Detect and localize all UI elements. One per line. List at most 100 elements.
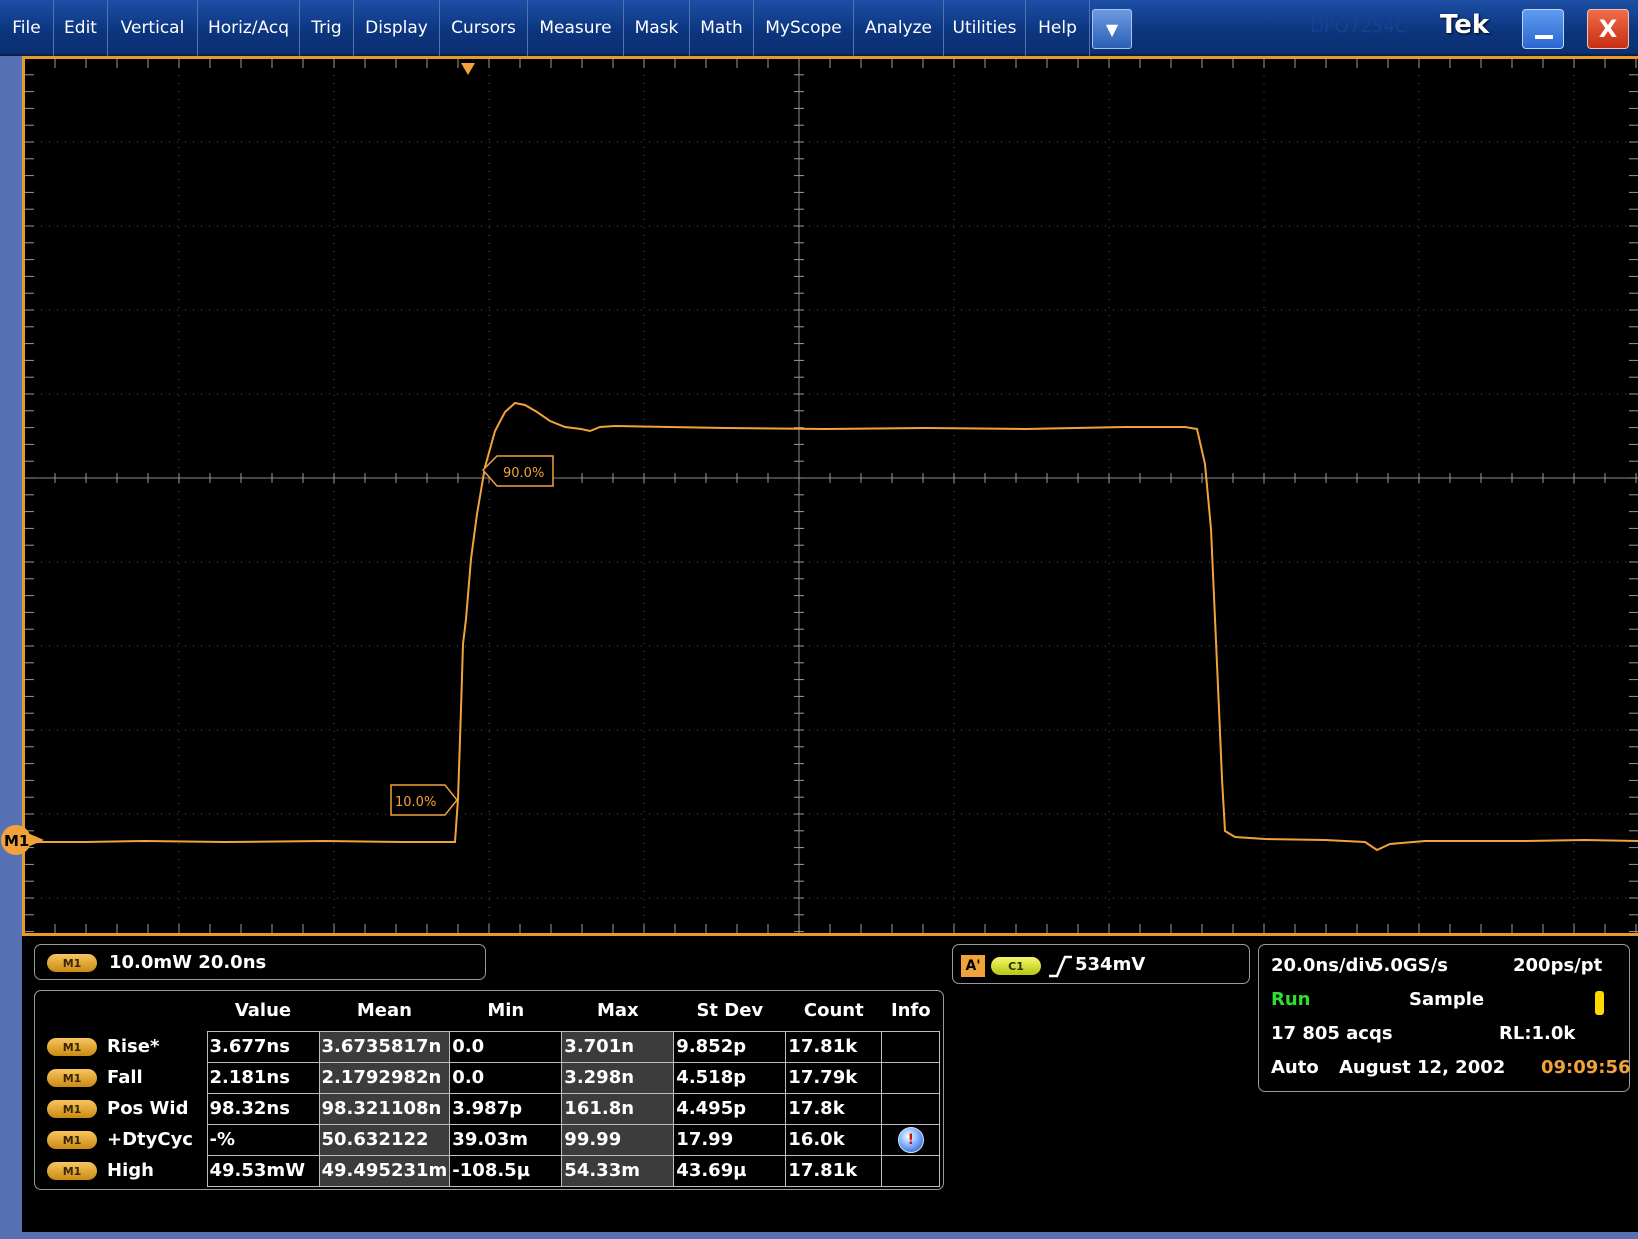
cell-max: 161.8n — [561, 1092, 675, 1125]
menu-file[interactable]: File — [0, 0, 54, 56]
trigger-source-badge: C1 — [991, 957, 1041, 975]
cell-stdev: 17.99 — [673, 1123, 787, 1156]
header-min: Min — [487, 1000, 525, 1022]
table-row[interactable]: M1 High 49.53mW 49.495231m -108.5µ 54.33m… — [35, 1154, 941, 1187]
cell-count: 16.0k — [785, 1123, 883, 1156]
m1-badge: M1 — [47, 1131, 97, 1149]
menu-dropdown-button[interactable]: ▼ — [1092, 9, 1132, 49]
ref-10-label: 10.0% — [395, 795, 436, 810]
measurement-name: High — [107, 1160, 154, 1181]
cell-mean: 98.321108n — [318, 1092, 451, 1125]
minimize-button[interactable] — [1522, 9, 1564, 49]
cell-info — [881, 1030, 941, 1063]
menu-bar: File Edit Vertical Horiz/Acq Trig Displa… — [0, 0, 1638, 56]
header-stdev: St Dev — [696, 1000, 764, 1022]
measurement-name: Pos Wid — [107, 1098, 189, 1119]
waveform-graticule[interactable]: 90.0% 10.0% — [22, 56, 1638, 936]
menu-horiz-acq[interactable]: Horiz/Acq — [198, 0, 300, 56]
measurement-name: Rise* — [107, 1036, 160, 1057]
bottom-frame — [0, 1232, 1638, 1239]
cell-min: -108.5µ — [449, 1154, 563, 1187]
menu-edit[interactable]: Edit — [54, 0, 108, 56]
cell-value: 49.53mW — [206, 1154, 320, 1187]
menu-utilities[interactable]: Utilities — [944, 0, 1026, 56]
header-info: Info — [890, 1000, 931, 1022]
cell-min: 0.0 — [449, 1061, 563, 1094]
menu-display[interactable]: Display — [354, 0, 440, 56]
measurement-panel[interactable]: Value Mean Min Max St Dev Count Info M1 R… — [34, 990, 944, 1190]
cell-info — [881, 1154, 941, 1187]
menu-mask[interactable]: Mask — [624, 0, 690, 56]
table-row[interactable]: M1 Fall 2.181ns 2.1792982n 0.0 3.298n 4.5… — [35, 1061, 941, 1094]
measurement-name: +DtyCyc — [107, 1129, 193, 1150]
point-resolution: 200ps/pt — [1513, 955, 1603, 976]
table-row[interactable]: M1 +DtyCyc -% 50.632122 39.03m 99.99 17.9… — [35, 1123, 941, 1156]
cell-max: 3.701n — [561, 1030, 675, 1063]
acquisition-readout[interactable]: 20.0ns/div 5.0GS/s 200ps/pt Run Sample 1… — [1258, 944, 1631, 1092]
cell-value: 98.32ns — [206, 1092, 320, 1125]
cell-info — [881, 1061, 941, 1094]
measurement-header-row: Value Mean Min Max St Dev Count Info — [35, 991, 940, 1031]
brand-logo: Tek — [1440, 10, 1490, 40]
menu-math[interactable]: Math — [690, 0, 754, 56]
m1-reference-label: M1 — [4, 832, 29, 850]
cell-min: 39.03m — [449, 1123, 563, 1156]
cell-info[interactable]: ! — [881, 1123, 941, 1156]
header-label — [35, 991, 207, 1031]
cell-count: 17.81k — [785, 1154, 883, 1187]
cell-max: 3.298n — [561, 1061, 675, 1094]
horizontal-scale: 20.0ns/div — [1271, 955, 1377, 976]
cell-max: 54.33m — [561, 1154, 675, 1187]
table-row[interactable]: M1 Rise* 3.677ns 3.6735817n 0.0 3.701n 9.… — [35, 1030, 941, 1063]
trigger-readout[interactable]: A' C1 534mV — [952, 944, 1250, 984]
cell-stdev: 4.495p — [673, 1092, 787, 1125]
cell-stdev: 9.852p — [673, 1030, 787, 1063]
cell-count: 17.81k — [785, 1030, 883, 1063]
graticule-svg: 90.0% 10.0% — [25, 59, 1638, 933]
menu-cursors[interactable]: Cursors — [440, 0, 528, 56]
model-label: DPO7254C — [1310, 16, 1408, 37]
cell-count: 17.8k — [785, 1092, 883, 1125]
waveform-trace — [25, 401, 1638, 852]
cell-stdev: 43.69µ — [673, 1154, 787, 1187]
table-row[interactable]: M1 Pos Wid 98.32ns 98.321108n 3.987p 161.… — [35, 1092, 941, 1125]
cell-min: 0.0 — [449, 1030, 563, 1063]
cell-mean: 3.6735817n — [318, 1030, 451, 1063]
m1-badge: M1 — [47, 1162, 97, 1180]
menu-help[interactable]: Help — [1026, 0, 1090, 56]
measurement-label: M1 Rise* — [35, 1031, 207, 1062]
measurement-label: M1 High — [35, 1155, 207, 1186]
cell-count: 17.79k — [785, 1061, 883, 1094]
acquisition-state: Run — [1271, 989, 1311, 1010]
menu-trig[interactable]: Trig — [300, 0, 354, 56]
graticule-ticks — [25, 59, 1638, 933]
trigger-position-marker[interactable] — [461, 63, 475, 75]
m1-badge: M1 — [47, 954, 97, 972]
trigger-status-icon — [1595, 991, 1604, 1015]
menu-measure[interactable]: Measure — [528, 0, 624, 56]
acquisition-time: 09:09:56 — [1541, 1057, 1631, 1078]
cell-info — [881, 1092, 941, 1125]
close-button[interactable]: X — [1587, 9, 1629, 49]
header-count: Count — [803, 1000, 864, 1022]
measurement-name: Fall — [107, 1067, 143, 1088]
m1-reference-marker[interactable]: M1 — [0, 822, 48, 858]
menu-vertical[interactable]: Vertical — [108, 0, 198, 56]
cell-stdev: 4.518p — [673, 1061, 787, 1094]
m1-badge: M1 — [47, 1038, 97, 1056]
left-frame — [0, 56, 22, 1239]
cell-mean: 49.495231m — [318, 1154, 451, 1187]
measurement-label: M1 Fall — [35, 1062, 207, 1093]
warning-icon[interactable]: ! — [897, 1126, 924, 1153]
menu-myscope[interactable]: MyScope — [754, 0, 854, 56]
channel-scale-readout[interactable]: M1 10.0mW 20.0ns — [34, 944, 486, 980]
menu-analyze[interactable]: Analyze — [854, 0, 944, 56]
graticule-grid — [25, 59, 1638, 933]
header-value: Value — [234, 1000, 292, 1022]
scale-text: 10.0mW 20.0ns — [109, 952, 267, 973]
cell-min: 3.987p — [449, 1092, 563, 1125]
measurement-label: M1 +DtyCyc — [35, 1124, 207, 1155]
acquisition-date: August 12, 2002 — [1339, 1057, 1506, 1078]
trigger-label: A' — [961, 955, 985, 977]
ref-90-label: 90.0% — [503, 466, 544, 481]
